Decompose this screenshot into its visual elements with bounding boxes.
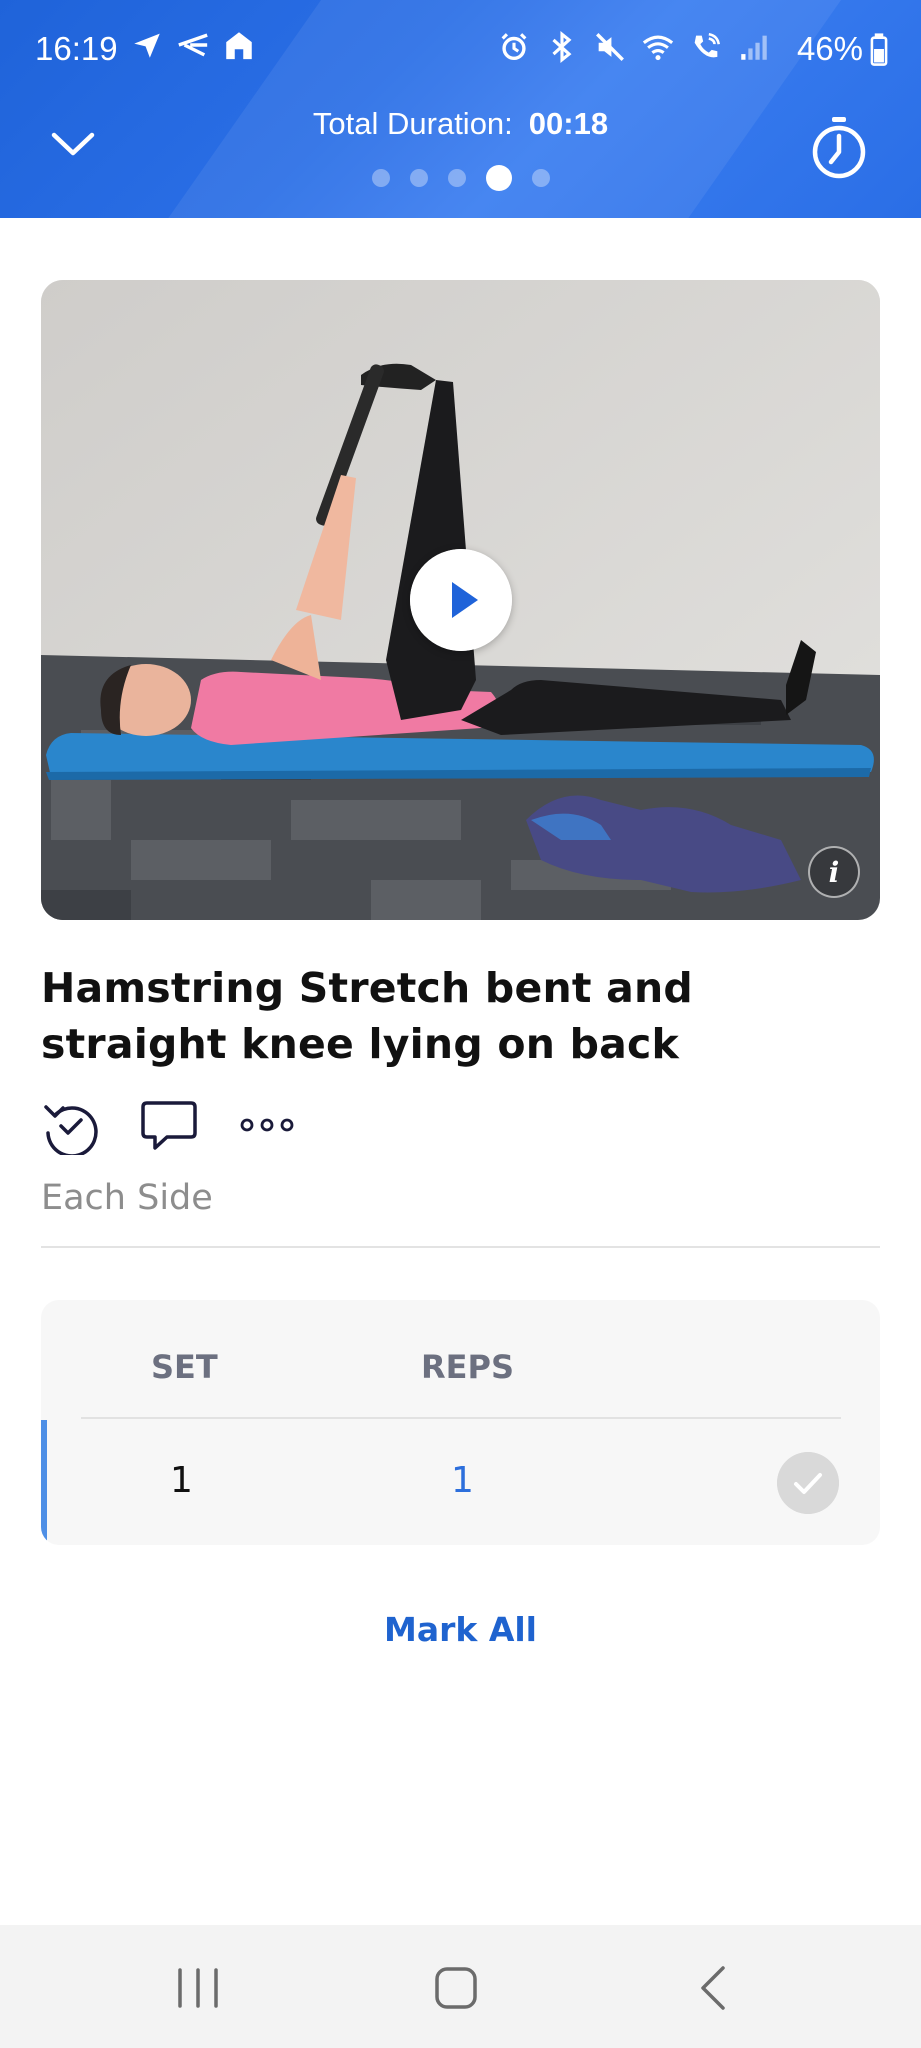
total-duration: Total Duration: 00:18: [0, 106, 921, 142]
status-bar: 16:19 46%: [0, 22, 921, 78]
battery-percent: 46%: [796, 30, 863, 67]
battery-status: 46%: [797, 30, 889, 68]
bluetooth-icon: [552, 31, 572, 63]
status-right-icons: [497, 30, 771, 64]
play-icon[interactable]: [410, 549, 512, 651]
reps-value[interactable]: 1: [451, 1460, 474, 1501]
status-time: 16:19: [35, 30, 118, 67]
row-accent-bar: [41, 1420, 47, 1545]
workout-header: 16:19 46% Total Duration: 00:18: [0, 0, 921, 218]
history-check-icon[interactable]: [41, 1095, 101, 1155]
reps-column-header: REPS: [421, 1348, 514, 1386]
divider: [41, 1246, 880, 1248]
wifi-icon: [642, 35, 674, 61]
page-dot[interactable]: [447, 169, 466, 187]
set-column-header: SET: [151, 1348, 218, 1386]
page-dot[interactable]: [409, 169, 428, 187]
info-icon[interactable]: i: [808, 846, 860, 898]
system-nav-bar: [0, 1925, 921, 2048]
exercise-actions: [41, 1095, 335, 1155]
signal-icon: [741, 35, 767, 60]
page-dot-active[interactable]: [485, 165, 512, 191]
sets-table: SET REPS 1 1: [41, 1300, 880, 1545]
battery-icon: [870, 33, 888, 66]
home-button-icon[interactable]: [425, 1960, 485, 2016]
exercise-side-note: Each Side: [41, 1178, 213, 1218]
set-number: 1: [170, 1460, 193, 1501]
status-left-icons: [130, 28, 256, 62]
wifi-call-icon: [694, 32, 721, 58]
duration-value: 00:18: [528, 106, 609, 141]
page-dot[interactable]: [531, 169, 550, 187]
alarm-icon: [501, 33, 527, 61]
exercise-video[interactable]: i: [41, 280, 880, 920]
more-icon[interactable]: [237, 1095, 297, 1155]
mute-icon: [596, 33, 624, 61]
exercise-title: Hamstring Stretch bent and straight knee…: [41, 964, 693, 1068]
mark-all-button[interactable]: Mark All: [0, 1610, 921, 1649]
recents-icon[interactable]: [168, 1960, 228, 2016]
home-icon: [226, 32, 252, 60]
stopwatch-icon[interactable]: [808, 115, 870, 181]
page-indicator: [0, 165, 921, 191]
send-icon: [134, 33, 160, 58]
header-divider: [81, 1417, 841, 1419]
page-dot[interactable]: [371, 169, 390, 187]
duration-label: Total Duration:: [312, 106, 513, 141]
fitness-app-icon: [178, 33, 208, 57]
complete-set-check-icon[interactable]: [777, 1452, 839, 1514]
comment-icon[interactable]: [139, 1095, 199, 1155]
back-icon[interactable]: [685, 1960, 745, 2016]
